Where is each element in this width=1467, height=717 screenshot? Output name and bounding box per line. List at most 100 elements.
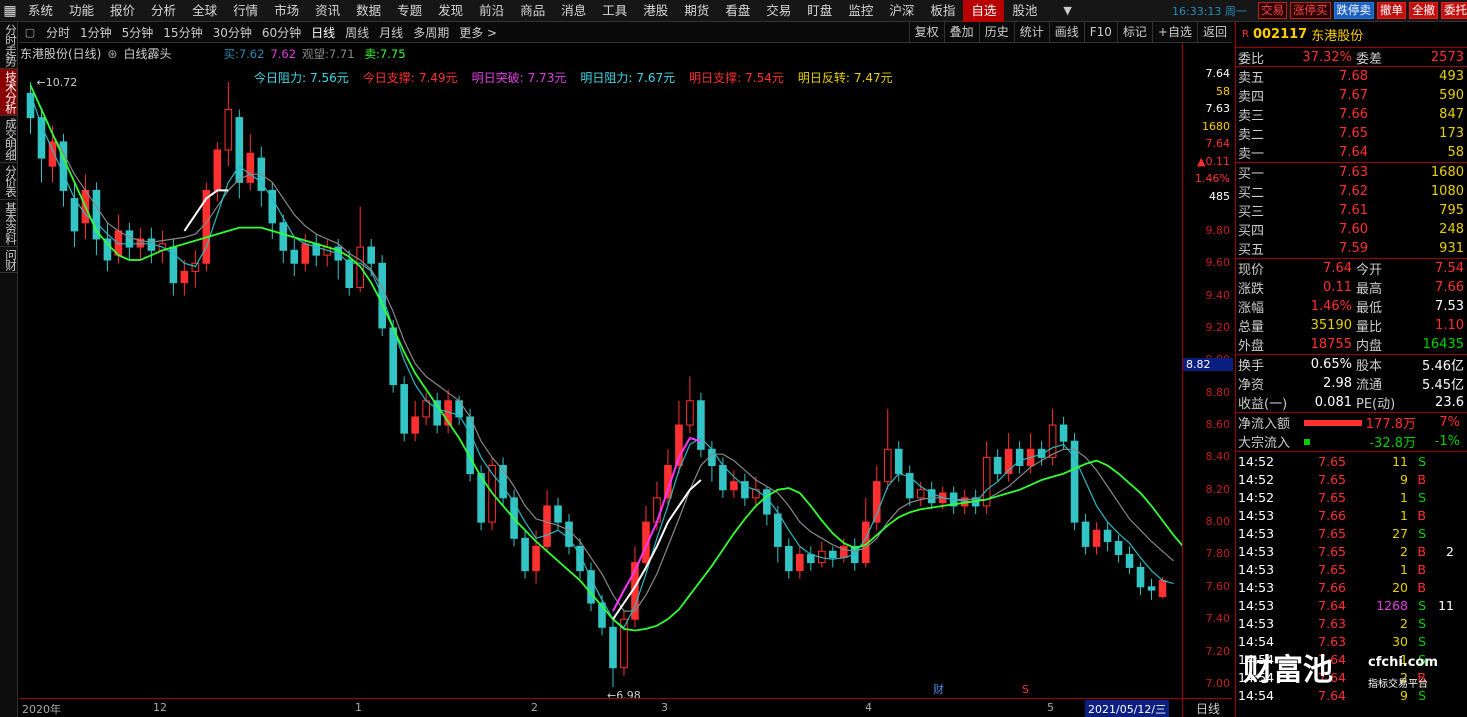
asks-row-3[interactable]: 卖二 7.65 173 bbox=[1236, 124, 1467, 143]
menu-item-7[interactable]: 资讯 bbox=[307, 0, 348, 22]
tool-7[interactable]: +自选 bbox=[1151, 22, 1197, 42]
asks-row-4[interactable]: 卖一 7.64 58 bbox=[1236, 143, 1467, 162]
menu-item-24[interactable]: 股池 bbox=[1004, 0, 1045, 22]
price-tick-13: 7.20 bbox=[1205, 644, 1231, 658]
menu-more-arrow-icon[interactable]: ▼ bbox=[1063, 4, 1071, 17]
bids-row-3[interactable]: 买四 7.60 248 bbox=[1236, 220, 1467, 239]
price-tick-0: 9.80 bbox=[1205, 223, 1231, 237]
tick-row-4: 14:53 7.65 27 S bbox=[1236, 524, 1467, 542]
stat-value: 1.10 bbox=[1435, 318, 1464, 333]
menu-item-16[interactable]: 期货 bbox=[676, 0, 717, 22]
period-item-6[interactable]: 日线 bbox=[306, 24, 340, 41]
fund-label: 换手 bbox=[1238, 359, 1265, 374]
menu-item-0[interactable]: 系统 bbox=[20, 0, 61, 22]
menu-item-14[interactable]: 工具 bbox=[594, 0, 635, 22]
menu-item-5[interactable]: 行情 bbox=[225, 0, 266, 22]
menu-item-19[interactable]: 盯盘 bbox=[799, 0, 840, 22]
tool-0[interactable]: 复权 bbox=[908, 22, 944, 42]
candle-body bbox=[37, 117, 46, 159]
menu-item-2[interactable]: 报价 bbox=[102, 0, 143, 22]
tick-price: 7.65 bbox=[1318, 453, 1346, 469]
quick-button-5[interactable]: 委托 bbox=[1441, 2, 1467, 19]
period-item-3[interactable]: 15分钟 bbox=[158, 24, 207, 41]
candle-body bbox=[872, 481, 881, 523]
candlestick-chart[interactable]: ←10.72 ←6.98 财 S bbox=[19, 43, 1182, 698]
tool-4[interactable]: 画线 bbox=[1048, 22, 1084, 42]
menu-item-4[interactable]: 全球 bbox=[184, 0, 225, 22]
tool-1[interactable]: 叠加 bbox=[943, 22, 979, 42]
stat-label: 最低 bbox=[1356, 301, 1383, 316]
tool-6[interactable]: 标记 bbox=[1116, 22, 1152, 42]
x-tick-label-2: 1 bbox=[355, 701, 362, 714]
menu-item-1[interactable]: 功能 bbox=[61, 0, 102, 22]
candle-body bbox=[719, 464, 727, 491]
quote-header: R 002117 东港股份 bbox=[1236, 22, 1467, 48]
x-tick-label-4: 3 bbox=[661, 701, 668, 714]
asks-row-1[interactable]: 卖四 7.67 590 bbox=[1236, 86, 1467, 105]
tool-2[interactable]: 历史 bbox=[978, 22, 1014, 42]
bids-row-4[interactable]: 买五 7.59 931 bbox=[1236, 239, 1467, 258]
app-logo-icon[interactable]: ▦ bbox=[0, 0, 20, 22]
stat-value: 7.64 bbox=[1323, 261, 1352, 276]
tool-8[interactable]: 返回 bbox=[1196, 22, 1232, 42]
tick-extra: 2 bbox=[1446, 543, 1454, 559]
candle-body bbox=[246, 152, 255, 183]
candle-body bbox=[312, 243, 321, 256]
menu-item-6[interactable]: 市场 bbox=[266, 0, 307, 22]
tick-price: 7.64 bbox=[1318, 597, 1346, 613]
menu-item-21[interactable]: 沪深 bbox=[881, 0, 922, 22]
menu-item-15[interactable]: 港股 bbox=[635, 0, 676, 22]
asks-row-0[interactable]: 卖五 7.68 493 bbox=[1236, 67, 1467, 86]
bids-row-2[interactable]: 买三 7.61 795 bbox=[1236, 201, 1467, 220]
webi-label: 委比 bbox=[1238, 51, 1265, 67]
quick-button-4[interactable]: 全撤 bbox=[1409, 2, 1438, 19]
side-tab-3[interactable]: 分价表 bbox=[0, 163, 18, 200]
menu-item-22[interactable]: 板指 bbox=[922, 0, 963, 22]
menu-item-17[interactable]: 看盘 bbox=[717, 0, 758, 22]
fund-label: 股本 bbox=[1356, 359, 1383, 374]
side-tab-2[interactable]: 成交明细 bbox=[0, 116, 18, 163]
bids-row-0[interactable]: 买一 7.63 1680 bbox=[1236, 163, 1467, 182]
quick-button-1[interactable]: 涨停买 bbox=[1290, 2, 1331, 19]
tick-volume: 30 bbox=[1392, 633, 1408, 649]
window-toggle-icon[interactable]: ▢ bbox=[19, 26, 41, 39]
book-volume: 248 bbox=[1439, 222, 1464, 237]
menu-item-10[interactable]: 发现 bbox=[430, 0, 471, 22]
menu-item-9[interactable]: 专题 bbox=[389, 0, 430, 22]
quick-button-2[interactable]: 跌停卖 bbox=[1333, 2, 1374, 19]
period-item-9[interactable]: 多周期 bbox=[408, 24, 454, 41]
tick-price: 7.65 bbox=[1318, 489, 1346, 505]
tool-5[interactable]: F10 bbox=[1083, 22, 1117, 42]
period-item-0[interactable]: 分时 bbox=[41, 24, 75, 41]
menu-item-18[interactable]: 交易 bbox=[758, 0, 799, 22]
side-tab-4[interactable]: 基本资料 bbox=[0, 200, 18, 247]
stat-label: 内盘 bbox=[1356, 339, 1383, 354]
menu-item-12[interactable]: 商品 bbox=[512, 0, 553, 22]
tick-side: B bbox=[1417, 561, 1426, 577]
quick-button-3[interactable]: 撤单 bbox=[1377, 2, 1406, 19]
menu-item-8[interactable]: 数据 bbox=[348, 0, 389, 22]
tick-price: 7.65 bbox=[1318, 561, 1346, 577]
menu-item-23[interactable]: 自选 bbox=[963, 0, 1005, 22]
period-item-1[interactable]: 1分钟 bbox=[75, 24, 117, 41]
tick-volume: 27 bbox=[1392, 525, 1408, 541]
tool-3[interactable]: 统计 bbox=[1013, 22, 1049, 42]
period-item-7[interactable]: 周线 bbox=[340, 24, 374, 41]
menu-item-3[interactable]: 分析 bbox=[143, 0, 184, 22]
candle-body bbox=[1070, 440, 1079, 523]
asks-row-2[interactable]: 卖三 7.66 847 bbox=[1236, 105, 1467, 124]
period-item-10[interactable]: 更多 > bbox=[454, 24, 502, 41]
candle-body bbox=[301, 243, 310, 264]
period-item-8[interactable]: 月线 bbox=[374, 24, 408, 41]
period-item-4[interactable]: 30分钟 bbox=[208, 24, 257, 41]
menu-item-13[interactable]: 消息 bbox=[553, 0, 594, 22]
period-item-5[interactable]: 60分钟 bbox=[257, 24, 306, 41]
quick-button-0[interactable]: 交易 bbox=[1258, 2, 1287, 19]
side-tab-1[interactable]: 技术分析 bbox=[0, 69, 18, 116]
period-item-2[interactable]: 5分钟 bbox=[117, 24, 159, 41]
side-tab-5[interactable]: 问财 bbox=[0, 247, 18, 273]
side-tab-0[interactable]: 分时走势 bbox=[0, 22, 18, 69]
menu-item-11[interactable]: 前沿 bbox=[471, 0, 512, 22]
bids-row-1[interactable]: 买二 7.62 1080 bbox=[1236, 182, 1467, 201]
menu-item-20[interactable]: 监控 bbox=[840, 0, 881, 22]
